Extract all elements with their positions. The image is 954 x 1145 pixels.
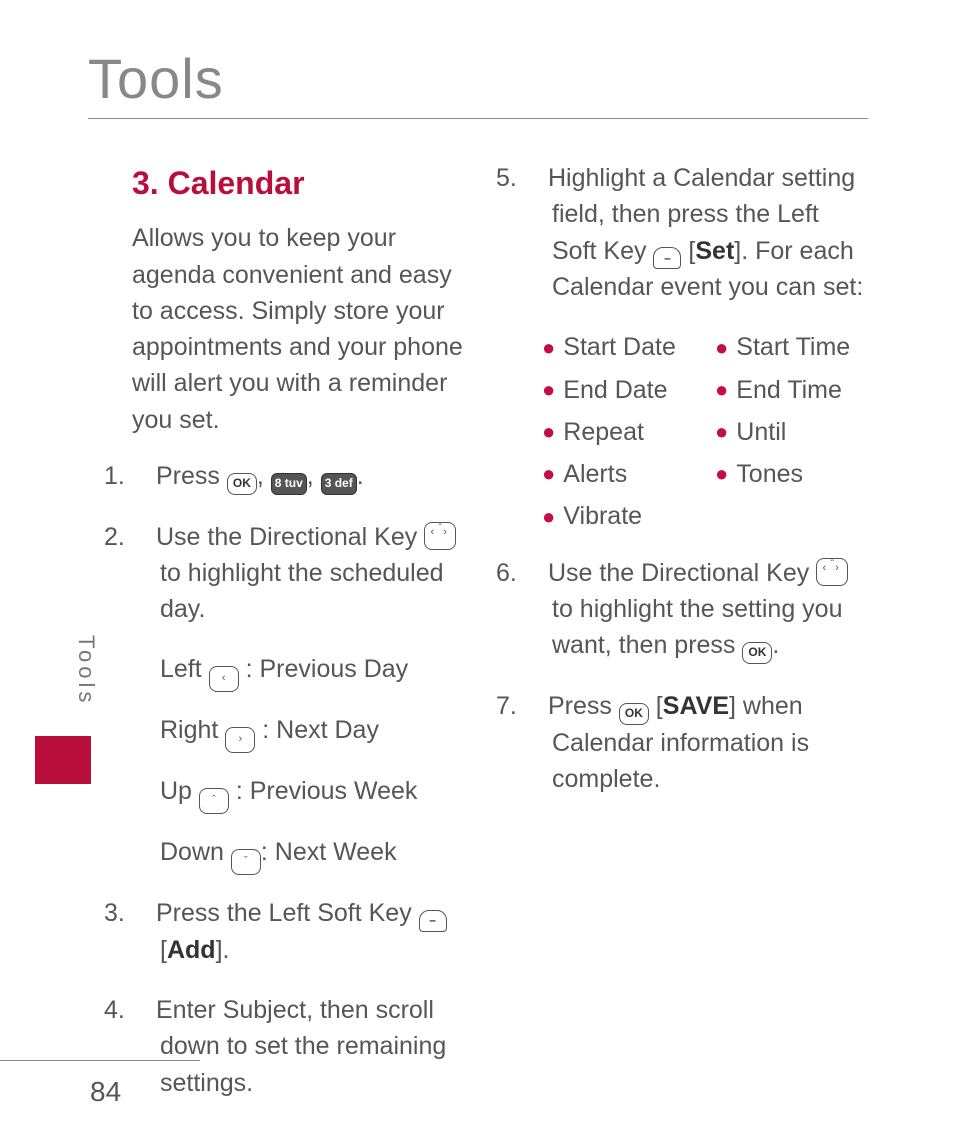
step-3-text-b: [ — [160, 936, 167, 964]
setting-item: ● Start Time — [715, 329, 870, 365]
ok-key-icon: OK — [742, 642, 772, 664]
setting-item: ● Repeat — [542, 414, 697, 450]
step-1: 1.Press OK, 8 tuv, 3 def. — [132, 458, 478, 495]
down-arrow-key-icon: ˇ — [231, 849, 261, 875]
content-columns: 3. Calendar Allows you to keep your agen… — [132, 160, 882, 1125]
setting-item: ● Until — [715, 414, 870, 450]
bullet-icon: ● — [542, 337, 555, 359]
step-4-number: 4. — [132, 992, 156, 1028]
left-soft-key-icon: – — [653, 247, 681, 269]
left-soft-key-icon: – — [419, 910, 447, 932]
bullet-icon: ● — [542, 463, 555, 485]
step-2-left-a: Left — [160, 655, 209, 683]
step-2-right: Right › : Next Day — [160, 712, 478, 753]
step-2-up: Up ˆ : Previous Week — [160, 773, 478, 814]
step-7: 7.Press OK [SAVE] when Calendar informat… — [524, 688, 870, 797]
step-2-up-a: Up — [160, 777, 199, 805]
ok-key-icon: OK — [227, 473, 257, 495]
setting-label: End Date — [563, 372, 667, 408]
bullet-icon: ● — [715, 463, 728, 485]
step-5-text-b: [ — [681, 237, 695, 265]
step-2-down: Down ˇ: Next Week — [160, 834, 478, 875]
setting-item: ● Alerts — [542, 456, 697, 492]
setting-label: Start Date — [563, 329, 676, 365]
setting-item: ● End Date — [542, 372, 697, 408]
setting-item: ● End Time — [715, 372, 870, 408]
footer-divider — [0, 1060, 200, 1061]
step-3-bold: Add — [167, 936, 216, 964]
step-1-text-d: . — [357, 462, 364, 490]
settings-list: ● Start Date ● Start Time ● End Date ● End T… — [542, 329, 870, 534]
step-5-number: 5. — [524, 160, 548, 196]
up-arrow-key-icon: ˆ — [199, 788, 229, 814]
bullet-icon: ● — [715, 421, 728, 443]
step-2: 2.Use the Directional Key to highlight t… — [132, 519, 478, 628]
left-arrow-key-icon: ‹ — [209, 666, 239, 692]
step-1-number: 1. — [132, 458, 156, 494]
step-6-text-a: Use the Directional Key — [548, 559, 816, 587]
bullet-icon: ● — [715, 337, 728, 359]
step-7-text-b: [ — [649, 692, 663, 720]
step-2-left: Left ‹ : Previous Day — [160, 651, 478, 692]
step-2-text-b: to highlight the scheduled day. — [160, 559, 444, 623]
section-heading: 3. Calendar — [132, 160, 478, 206]
step-4: 4.Enter Subject, then scroll down to set… — [132, 992, 478, 1101]
step-6-number: 6. — [524, 555, 548, 591]
three-key-icon: 3 def — [321, 473, 357, 495]
directional-key-icon — [424, 522, 456, 550]
setting-item: ● Tones — [715, 456, 870, 492]
setting-label: Vibrate — [563, 498, 642, 534]
step-4-text: Enter Subject, then scroll down to set t… — [156, 996, 446, 1097]
intro-paragraph: Allows you to keep your agenda convenien… — [132, 220, 478, 438]
step-7-number: 7. — [524, 688, 548, 724]
bullet-icon: ● — [542, 379, 555, 401]
step-3-text-a: Press the Left Soft Key — [156, 899, 419, 927]
setting-label: Start Time — [736, 329, 850, 365]
step-2-down-b: : Next Week — [261, 838, 397, 866]
step-2-down-a: Down — [160, 838, 231, 866]
setting-label: Tones — [736, 456, 803, 492]
step-2-left-b: : Previous Day — [239, 655, 409, 683]
directional-key-icon — [816, 558, 848, 586]
step-2-up-b: : Previous Week — [229, 777, 418, 805]
eight-key-icon: 8 tuv — [271, 473, 307, 495]
step-2-text-a: Use the Directional Key — [156, 523, 424, 551]
page-number: 84 — [90, 1076, 121, 1108]
side-tab-marker — [35, 736, 91, 784]
step-2-right-b: : Next Day — [255, 716, 379, 744]
setting-label: End Time — [736, 372, 842, 408]
step-6-text-c: . — [772, 631, 779, 659]
step-7-text-a: Press — [548, 692, 619, 720]
step-1-text-a: Press — [156, 462, 227, 490]
right-column: 5.Highlight a Calendar setting field, th… — [524, 160, 870, 1125]
setting-item: ● Vibrate — [542, 498, 697, 534]
step-1-text-b: , — [257, 462, 271, 490]
step-5: 5.Highlight a Calendar setting field, th… — [524, 160, 870, 305]
bullet-icon: ● — [715, 379, 728, 401]
step-3-text-c: ]. — [216, 936, 230, 964]
ok-key-icon: OK — [619, 703, 649, 725]
step-6-text-b: to highlight the setting you want, then … — [552, 595, 842, 659]
setting-label: Repeat — [563, 414, 644, 450]
right-arrow-key-icon: › — [225, 727, 255, 753]
setting-label: Until — [736, 414, 786, 450]
step-1-text-c: , — [307, 462, 321, 490]
step-3: 3.Press the Left Soft Key – [Add]. — [132, 895, 478, 968]
left-column: 3. Calendar Allows you to keep your agen… — [132, 160, 478, 1125]
setting-label: Alerts — [563, 456, 627, 492]
step-3-number: 3. — [132, 895, 156, 931]
step-2-right-a: Right — [160, 716, 225, 744]
page-title: Tools — [88, 46, 224, 111]
title-divider — [88, 118, 868, 119]
bullet-icon: ● — [542, 506, 555, 528]
step-6: 6.Use the Directional Key to highlight t… — [524, 555, 870, 664]
setting-item: ● Start Date — [542, 329, 697, 365]
step-7-bold: SAVE — [663, 692, 729, 720]
side-tab-label: Tools — [73, 635, 99, 706]
step-5-bold: Set — [695, 237, 734, 265]
step-2-number: 2. — [132, 519, 156, 555]
bullet-icon: ● — [542, 421, 555, 443]
